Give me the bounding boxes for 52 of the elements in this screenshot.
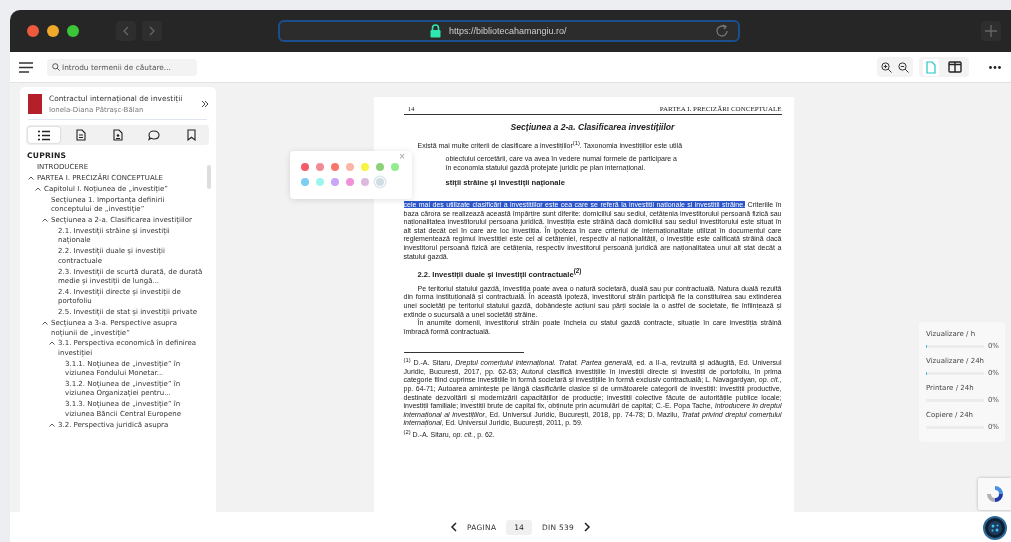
chevron-right-icon [148, 26, 156, 36]
caret-icon[interactable] [35, 186, 41, 191]
bookmark-icon [186, 129, 196, 141]
double-chevron-icon[interactable] [201, 100, 209, 108]
caret-icon[interactable] [49, 341, 55, 346]
book-cover [28, 94, 42, 114]
cookie-settings-button[interactable] [983, 516, 1007, 540]
section-title: Secțiunea a 2-a. Clasificarea investițiilor [509, 122, 676, 132]
recaptcha-badge[interactable] [978, 478, 1011, 510]
page-icon [926, 60, 936, 74]
maximize-window-button[interactable] [67, 25, 79, 37]
zoom-out-icon[interactable] [898, 61, 909, 73]
plus-icon [985, 25, 997, 37]
caret-icon[interactable] [28, 175, 34, 180]
document-person-icon [112, 129, 123, 141]
color-swatch[interactable] [329, 162, 340, 172]
color-swatch[interactable] [314, 177, 325, 187]
menu-icon[interactable] [19, 61, 33, 73]
chevron-left-icon [122, 26, 130, 36]
speech-bubble-icon [148, 129, 161, 141]
caret-icon[interactable] [49, 422, 55, 427]
caret-icon[interactable] [42, 218, 48, 223]
minimize-window-button[interactable] [47, 25, 59, 37]
selected-color-swatch[interactable] [374, 177, 385, 187]
cookie-icon [987, 520, 1003, 536]
reload-icon[interactable] [714, 23, 730, 39]
toc-tab[interactable] [28, 127, 60, 143]
color-swatch[interactable] [359, 162, 370, 172]
address-bar[interactable]: https://bibliotecahamangiu.ro/ [278, 20, 740, 42]
color-swatch[interactable] [389, 162, 400, 172]
more-options-icon[interactable] [989, 65, 1001, 69]
color-swatch[interactable] [299, 162, 310, 172]
two-page-view-button[interactable] [945, 59, 965, 75]
page-icon [75, 129, 86, 141]
scrollbar-thumb[interactable] [207, 165, 211, 189]
color-swatch[interactable] [344, 162, 355, 172]
search-icon [52, 63, 60, 71]
color-swatch[interactable] [374, 162, 385, 172]
caret-icon[interactable] [42, 321, 48, 326]
color-swatch[interactable] [344, 177, 355, 187]
previous-page-icon[interactable] [450, 522, 458, 532]
columns-icon [948, 61, 962, 73]
close-window-button[interactable] [27, 25, 39, 37]
lock-icon [430, 24, 441, 38]
recaptcha-icon [984, 484, 1005, 504]
list-icon [38, 129, 50, 141]
color-swatch[interactable] [359, 177, 370, 187]
zoom-in-icon[interactable] [881, 61, 892, 73]
color-swatch[interactable] [329, 177, 340, 187]
color-swatch[interactable] [314, 162, 325, 172]
color-swatch[interactable] [299, 177, 310, 187]
next-page-icon[interactable] [583, 522, 591, 532]
